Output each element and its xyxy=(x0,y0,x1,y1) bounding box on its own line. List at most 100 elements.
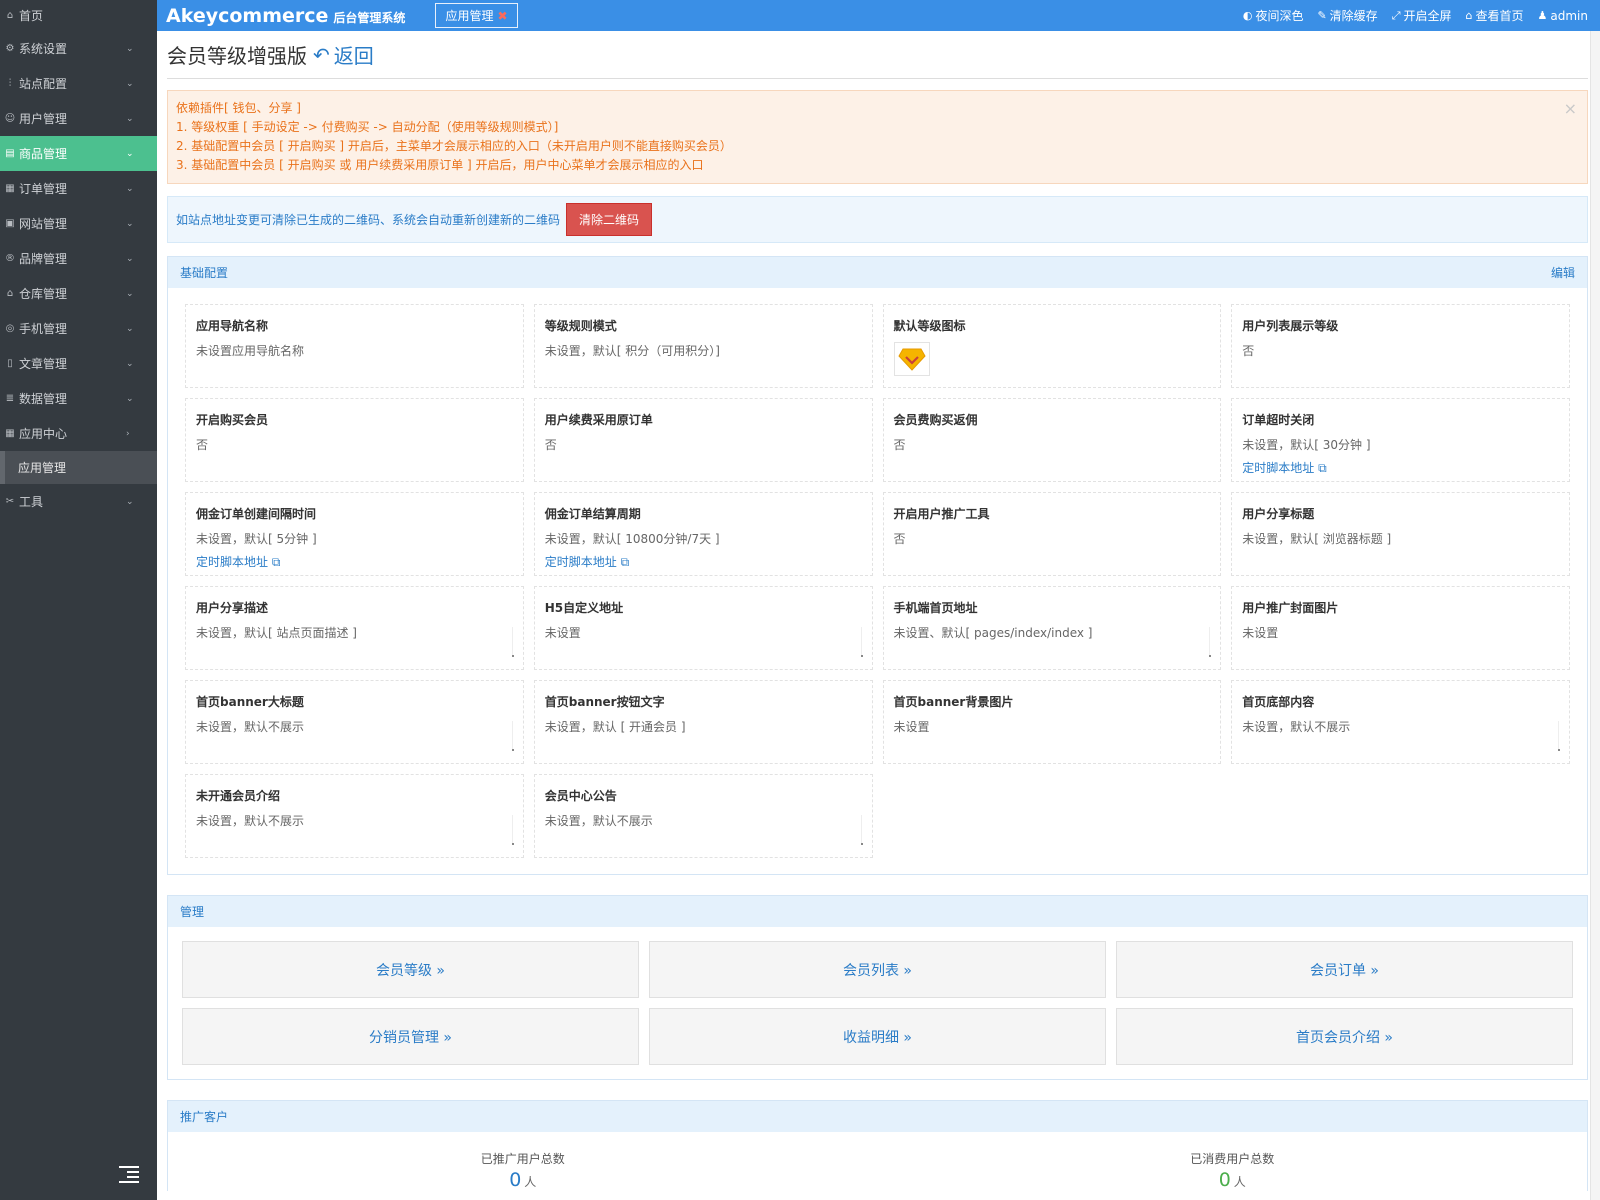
panel-header: 管理 xyxy=(168,896,1587,927)
dependency-alert: 依赖插件[ 钱包、分享 ] 1. 等级权重 [ 手动设定 -> 付费购买 -> … xyxy=(167,90,1588,184)
clear-qrcode-button[interactable]: 清除二维码 xyxy=(566,203,653,236)
textarea-resize-handle[interactable] xyxy=(511,627,514,657)
sidebar-item-system-settings[interactable]: ⚙ 系统设置 ⌄ xyxy=(0,31,157,66)
member-level-button[interactable]: 会员等级 » xyxy=(182,941,639,998)
sidebar-subitem-app-manage[interactable]: 应用管理 xyxy=(0,451,157,484)
member-orders-button[interactable]: 会员订单 » xyxy=(1116,941,1573,998)
chevron-right-icon: › xyxy=(126,428,130,439)
config-value: 否 xyxy=(893,532,906,546)
link-label: 定时脚本地址 xyxy=(1242,461,1315,475)
textarea-resize-handle[interactable] xyxy=(1558,721,1560,751)
textarea-resize-handle[interactable] xyxy=(1209,627,1212,657)
config-value: 否 xyxy=(893,438,906,452)
member-list-button[interactable]: 会员列表 » xyxy=(649,941,1106,998)
manage-panel: 管理 会员等级 » 会员列表 » 会员订单 » 分销员管理 » 收益明细 » 首… xyxy=(167,895,1588,1080)
alert-line: 2. 基础配置中会员 [ 开启购买 ] 开启后，主菜单才会展示相应的入口（未开启… xyxy=(176,139,732,153)
config-label: 佣金订单创建间隔时间 xyxy=(196,507,317,521)
config-item: 订单超时关闭 未设置，默认[ 30分钟 ] 定时脚本地址 ⧉ xyxy=(1231,398,1570,482)
chevron-down-icon: ⌄ xyxy=(126,393,134,404)
cron-script-link[interactable]: 定时脚本地址 ⧉ xyxy=(1242,459,1559,476)
close-icon[interactable]: ✖ xyxy=(497,9,507,23)
config-value: 未设置，默认[ 5分钟 ] xyxy=(196,532,317,546)
external-link-icon: ⧉ xyxy=(271,555,281,569)
cron-script-link[interactable]: 定时脚本地址 ⧉ xyxy=(196,553,513,570)
config-value: 未设置，默认不展示 xyxy=(1242,720,1351,734)
view-home-button[interactable]: ⌂ 查看首页 xyxy=(1466,7,1524,24)
chevron-down-icon: ⌄ xyxy=(126,253,134,264)
earnings-detail-button[interactable]: 收益明细 » xyxy=(649,1008,1106,1065)
external-link-icon: ⧉ xyxy=(620,555,630,569)
clear-cache-label: 清除缓存 xyxy=(1329,9,1378,23)
external-link-icon: ⧉ xyxy=(1318,461,1327,475)
config-label: 会员费购买返佣 xyxy=(893,413,978,427)
user-icon: ♟ xyxy=(1537,9,1548,22)
config-label: 开启用户推广工具 xyxy=(893,507,990,521)
stat-consumed-users: 已消费用户总数 0人 xyxy=(878,1150,1588,1191)
stat-unit: 人 xyxy=(1233,1175,1246,1189)
sidebar-collapse-icon[interactable] xyxy=(119,1166,139,1183)
config-label: 应用导航名称 xyxy=(196,319,269,333)
qrcode-info-text: 如站点地址变更可清除已生成的二维码、系统会自动重新创建新的二维码 xyxy=(176,213,561,227)
config-label: 首页banner大标题 xyxy=(196,695,304,709)
config-label: 用户分享标题 xyxy=(1242,507,1315,521)
sidebar-item-orders[interactable]: ▦ 订单管理 ⌄ xyxy=(0,171,157,206)
config-value: 未设置，默认不展示 xyxy=(196,720,305,734)
config-value: 未设置、默认[ pages/index/index ] xyxy=(893,626,1093,640)
textarea-resize-handle[interactable] xyxy=(511,721,514,751)
database-icon: ≣ xyxy=(5,393,15,404)
textarea-resize-handle[interactable] xyxy=(860,627,863,657)
sidebar-item-goods[interactable]: ▤ 商品管理 ⌄ xyxy=(0,136,157,171)
sidebar-item-label: 仓库管理 xyxy=(19,287,68,301)
config-label: 用户分享描述 xyxy=(196,601,269,615)
sidebar-item-warehouse[interactable]: ⌂ 仓库管理 ⌄ xyxy=(0,276,157,311)
mobile-icon: ◎ xyxy=(5,323,15,334)
sidebar-item-label: 应用中心 xyxy=(19,427,68,441)
distributor-manage-button[interactable]: 分销员管理 » xyxy=(182,1008,639,1065)
textarea-resize-handle[interactable] xyxy=(511,815,514,845)
clear-cache-button[interactable]: ✎ 清除缓存 xyxy=(1317,7,1377,24)
alert-line: 依赖插件[ 钱包、分享 ] xyxy=(176,101,301,115)
admin-user-menu[interactable]: ♟ admin xyxy=(1538,9,1588,23)
link-label: 定时脚本地址 xyxy=(544,555,617,569)
config-label: 等级规则模式 xyxy=(544,319,617,333)
config-item: 用户续费采用原订单 否 xyxy=(533,398,873,482)
chevron-down-icon: ⌄ xyxy=(126,78,134,89)
brand-logo[interactable]: Akeycommerce 后台管理系统 xyxy=(166,5,405,27)
sidebar-item-home[interactable]: ⌂ 首页 xyxy=(0,0,157,31)
sidebar-item-data[interactable]: ≣ 数据管理 ⌄ xyxy=(0,381,157,416)
sidebar-item-label: 数据管理 xyxy=(19,392,68,406)
config-item: 未开通会员介绍 未设置，默认不展示 xyxy=(185,774,524,858)
vertical-scrollbar[interactable] xyxy=(1590,31,1600,1200)
config-label: 用户列表展示等级 xyxy=(1242,319,1339,333)
close-icon[interactable]: × xyxy=(1564,99,1577,118)
config-label: 手机端首页地址 xyxy=(893,601,978,615)
sidebar-item-articles[interactable]: ▯ 文章管理 ⌄ xyxy=(0,346,157,381)
sidebar-item-website[interactable]: ▣ 网站管理 ⌄ xyxy=(0,206,157,241)
sidebar-item-users[interactable]: ☺ 用户管理 ⌄ xyxy=(0,101,157,136)
config-value: 未设置，默认[ 积分（可用积分）] xyxy=(544,344,720,358)
dark-mode-button[interactable]: ◐ 夜间深色 xyxy=(1243,7,1304,24)
sidebar-item-site-config[interactable]: ⫶ 站点配置 ⌄ xyxy=(0,66,157,101)
sidebar-item-label: 品牌管理 xyxy=(19,252,68,266)
order-icon: ▦ xyxy=(5,183,15,194)
edit-link[interactable]: 编辑 xyxy=(1551,264,1575,281)
sidebar-item-mobile[interactable]: ◎ 手机管理 ⌄ xyxy=(0,311,157,346)
config-item: 会员中心公告 未设置，默认不展示 xyxy=(533,774,873,858)
textarea-resize-handle[interactable] xyxy=(860,815,863,845)
promo-customers-panel: 推广客户 已推广用户总数 0人 已消费用户总数 0人 xyxy=(167,1100,1588,1191)
alert-line: 3. 基础配置中会员 [ 开启购买 或 用户续费采用原订单 ] 开启后，用户中心… xyxy=(176,158,704,172)
open-tab-app-manage[interactable]: 应用管理 ✖ xyxy=(435,3,518,28)
config-value: 否 xyxy=(196,438,209,452)
cron-script-link[interactable]: 定时脚本地址 ⧉ xyxy=(545,553,862,570)
sidebar-item-app-center[interactable]: ▦ 应用中心 › xyxy=(0,416,157,451)
home-member-intro-button[interactable]: 首页会员介绍 » xyxy=(1116,1008,1573,1065)
config-item: 会员费购买返佣 否 xyxy=(882,398,1222,482)
fullscreen-button[interactable]: ⤢ 开启全屏 xyxy=(1392,7,1452,24)
stat-number: 0 xyxy=(509,1169,522,1191)
panel-header: 推广客户 xyxy=(168,1101,1587,1132)
sidebar-item-brand[interactable]: ® 品牌管理 ⌄ xyxy=(0,241,157,276)
promo-stats: 已推广用户总数 0人 已消费用户总数 0人 xyxy=(168,1132,1587,1191)
back-link[interactable]: ↶ 返回 xyxy=(313,40,374,69)
sidebar-item-tools[interactable]: ✂ 工具 ⌄ xyxy=(0,484,157,519)
config-item: 默认等级图标 xyxy=(882,304,1222,388)
